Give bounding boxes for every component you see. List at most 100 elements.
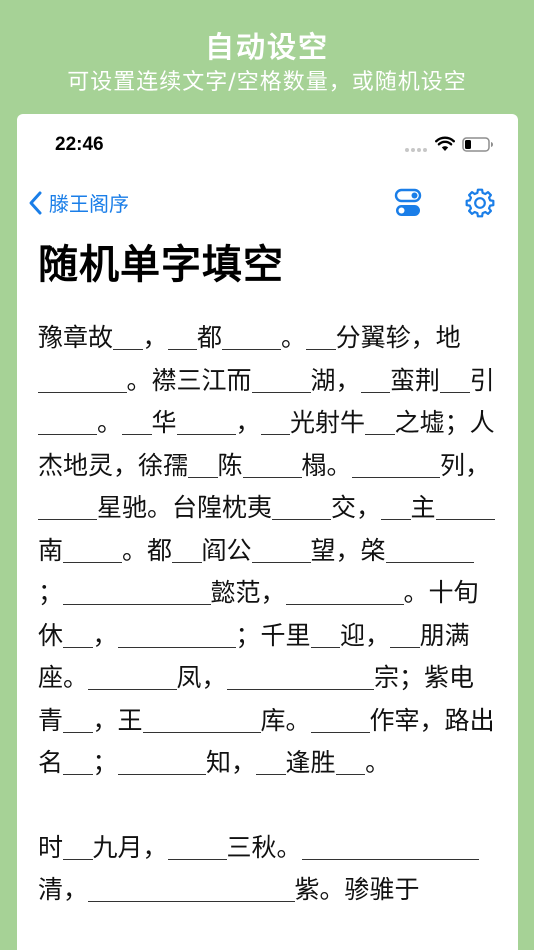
battery-icon: [462, 137, 493, 152]
blank-slot[interactable]: [272, 496, 332, 520]
blank-slot[interactable]: [242, 454, 302, 478]
blank-slot[interactable]: [38, 369, 127, 393]
toggle-settings-icon: [394, 188, 422, 216]
passage-text: 库。: [260, 705, 311, 735]
navigation-bar: 滕王阁序: [17, 180, 518, 226]
page-title: 随机单字填空: [38, 242, 284, 288]
blank-slot[interactable]: [63, 539, 123, 563]
blank-slot[interactable]: [63, 751, 93, 775]
blank-slot[interactable]: [351, 454, 441, 478]
passage-text: ，: [142, 323, 168, 352]
passage-text: 时: [38, 832, 64, 862]
blank-slot[interactable]: [122, 411, 152, 435]
blank-slot[interactable]: [260, 411, 291, 435]
blank-slot[interactable]: [88, 878, 295, 902]
status-time: 22:46: [55, 134, 104, 155]
back-button[interactable]: 滕王阁序: [27, 188, 129, 217]
passage-text: 逢胜: [285, 748, 336, 777]
blank-slot[interactable]: [251, 369, 311, 393]
blank-slot[interactable]: [88, 666, 118, 690]
blank-slot[interactable]: [310, 709, 370, 733]
passage-text: 蛮: [390, 365, 416, 395]
blank-slot[interactable]: [38, 411, 97, 435]
settings-button[interactable]: [464, 187, 496, 223]
status-bar: 22:46: [17, 114, 518, 174]
wifi-icon: [435, 136, 455, 151]
blank-slot[interactable]: [385, 539, 475, 563]
passage-text: 望，棨: [310, 535, 386, 565]
passage-text: 引: [469, 365, 495, 395]
passage-text: 清，: [38, 875, 89, 904]
passage-text: ；: [92, 748, 118, 777]
blank-slot[interactable]: [188, 454, 218, 478]
blank-slot[interactable]: [63, 836, 93, 860]
passage-text: 。: [365, 748, 391, 777]
blank-slot[interactable]: [117, 624, 148, 648]
passage-text: 星驰。台隍枕: [97, 493, 248, 522]
passage-text: 都: [197, 323, 223, 352]
blank-slot[interactable]: [113, 326, 143, 350]
blank-slot[interactable]: [172, 539, 202, 563]
blank-slot[interactable]: [117, 666, 177, 690]
blank-slot[interactable]: [181, 581, 211, 605]
passage-text: 南: [38, 535, 64, 565]
blank-slot[interactable]: [167, 836, 227, 860]
blank-slot[interactable]: [449, 836, 479, 860]
promo-title: 自动设空: [204, 30, 329, 64]
passage-text: 华: [151, 408, 177, 437]
blank-slot[interactable]: [222, 326, 282, 350]
promo-subtitle: 可设置连续文字/空格数量，或随机设空: [67, 70, 467, 95]
cellular-signal-icon: [405, 148, 427, 152]
passage-paragraph: 时九月， 三秋。清， 紫。骖骓于: [38, 827, 498, 912]
blank-slot[interactable]: [226, 666, 375, 690]
passage-text: 地: [435, 323, 461, 352]
passage-text: ，: [235, 408, 261, 437]
passage-text: 分翼轸，: [335, 323, 436, 352]
blank-slot[interactable]: [381, 496, 411, 520]
phone-screen: 22:46 滕王阁序 随机单字填空 豫章故 ， 都 。 分翼轸，地。襟三江而 湖…: [17, 114, 518, 950]
toggle-settings-button[interactable]: [394, 188, 422, 222]
passage-text: 交，: [331, 493, 382, 522]
passage-text: 光射牛: [290, 408, 366, 437]
passage-text: 夷: [247, 493, 273, 522]
gear-icon: [465, 188, 495, 218]
blank-slot[interactable]: [147, 624, 236, 648]
blank-slot[interactable]: [440, 369, 470, 393]
blank-slot[interactable]: [335, 751, 366, 775]
passage-text: 。: [97, 408, 123, 437]
passage-text: 湖，: [310, 365, 361, 395]
blank-slot[interactable]: [167, 326, 198, 350]
blank-slot[interactable]: [256, 751, 286, 775]
blank-slot[interactable]: [63, 709, 93, 733]
passage-text: 。: [281, 323, 307, 352]
blank-slot[interactable]: [117, 751, 207, 775]
back-label: 滕王阁序: [49, 192, 129, 216]
fill-in-blank-passage: 豫章故，都。分翼轸，地。襟三江而 湖， 蛮荆 引。华，光射牛 之墟；人杰地灵，徐孺陈榻。…: [38, 317, 498, 912]
blank-slot[interactable]: [390, 624, 420, 648]
passage-text: 作宰，路: [369, 705, 470, 735]
passage-text: ，王: [92, 705, 143, 735]
blank-slot[interactable]: [251, 539, 311, 563]
passage-text: 列，: [440, 450, 491, 480]
blank-slot[interactable]: [142, 709, 261, 733]
passage-text: 凤，: [176, 663, 227, 692]
blank-slot[interactable]: [176, 411, 236, 435]
blank-slot[interactable]: [365, 411, 395, 435]
passage-text: 主: [410, 493, 436, 522]
blank-slot[interactable]: [310, 624, 341, 648]
passage-text: ；: [38, 578, 64, 607]
blank-slot[interactable]: [63, 624, 93, 648]
blank-slot[interactable]: [360, 369, 391, 393]
blank-slot[interactable]: [301, 836, 450, 860]
blank-slot[interactable]: [38, 496, 97, 520]
passage-text: 。襟三江而: [126, 365, 252, 395]
blank-slot[interactable]: [63, 581, 182, 605]
passage-paragraph: 豫章故，都。分翼轸，地。襟三江而 湖， 蛮荆 引。华，光射牛 之墟；人杰地灵，徐孺陈榻。…: [38, 317, 498, 785]
blank-slot[interactable]: [435, 496, 495, 520]
chevron-left-icon: [29, 191, 42, 214]
blank-slot[interactable]: [285, 581, 404, 605]
passage-text: 迎，: [340, 620, 391, 650]
blank-slot[interactable]: [306, 326, 336, 350]
passage-text: 阎公: [201, 535, 252, 565]
passage-text: 九月，: [92, 832, 168, 862]
